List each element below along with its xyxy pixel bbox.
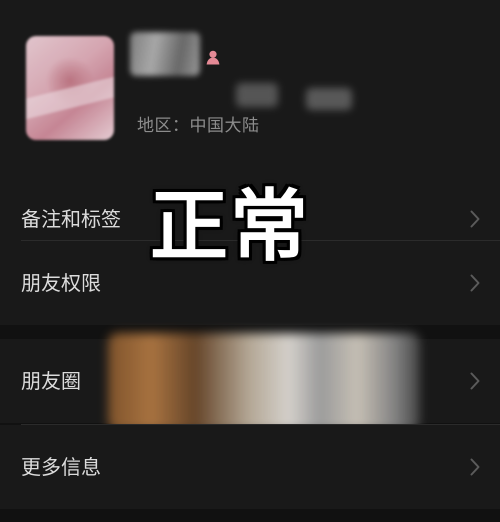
row-label-more-info: 更多信息 bbox=[21, 455, 101, 479]
row-label-moments: 朋友圈 bbox=[21, 369, 81, 393]
overlay-caption: 正常 bbox=[150, 182, 311, 272]
blurred-moments-photos bbox=[108, 333, 420, 431]
chevron-right-icon bbox=[470, 458, 480, 476]
row-more-info[interactable]: 更多信息 bbox=[0, 425, 500, 509]
region-text: 地区：中国大陆 bbox=[137, 116, 260, 136]
chevron-right-icon bbox=[470, 372, 480, 390]
row-label-friend-permissions: 朋友权限 bbox=[21, 271, 101, 295]
blurred-wechat-id-extra bbox=[306, 88, 352, 110]
chevron-right-icon bbox=[470, 274, 480, 292]
blurred-wechat-id bbox=[236, 83, 278, 107]
blurred-nickname bbox=[130, 32, 200, 76]
female-icon bbox=[206, 50, 220, 65]
chevron-right-icon bbox=[470, 210, 480, 228]
profile-header[interactable]: 地区：中国大陆 bbox=[0, 0, 500, 178]
avatar[interactable] bbox=[26, 36, 114, 140]
